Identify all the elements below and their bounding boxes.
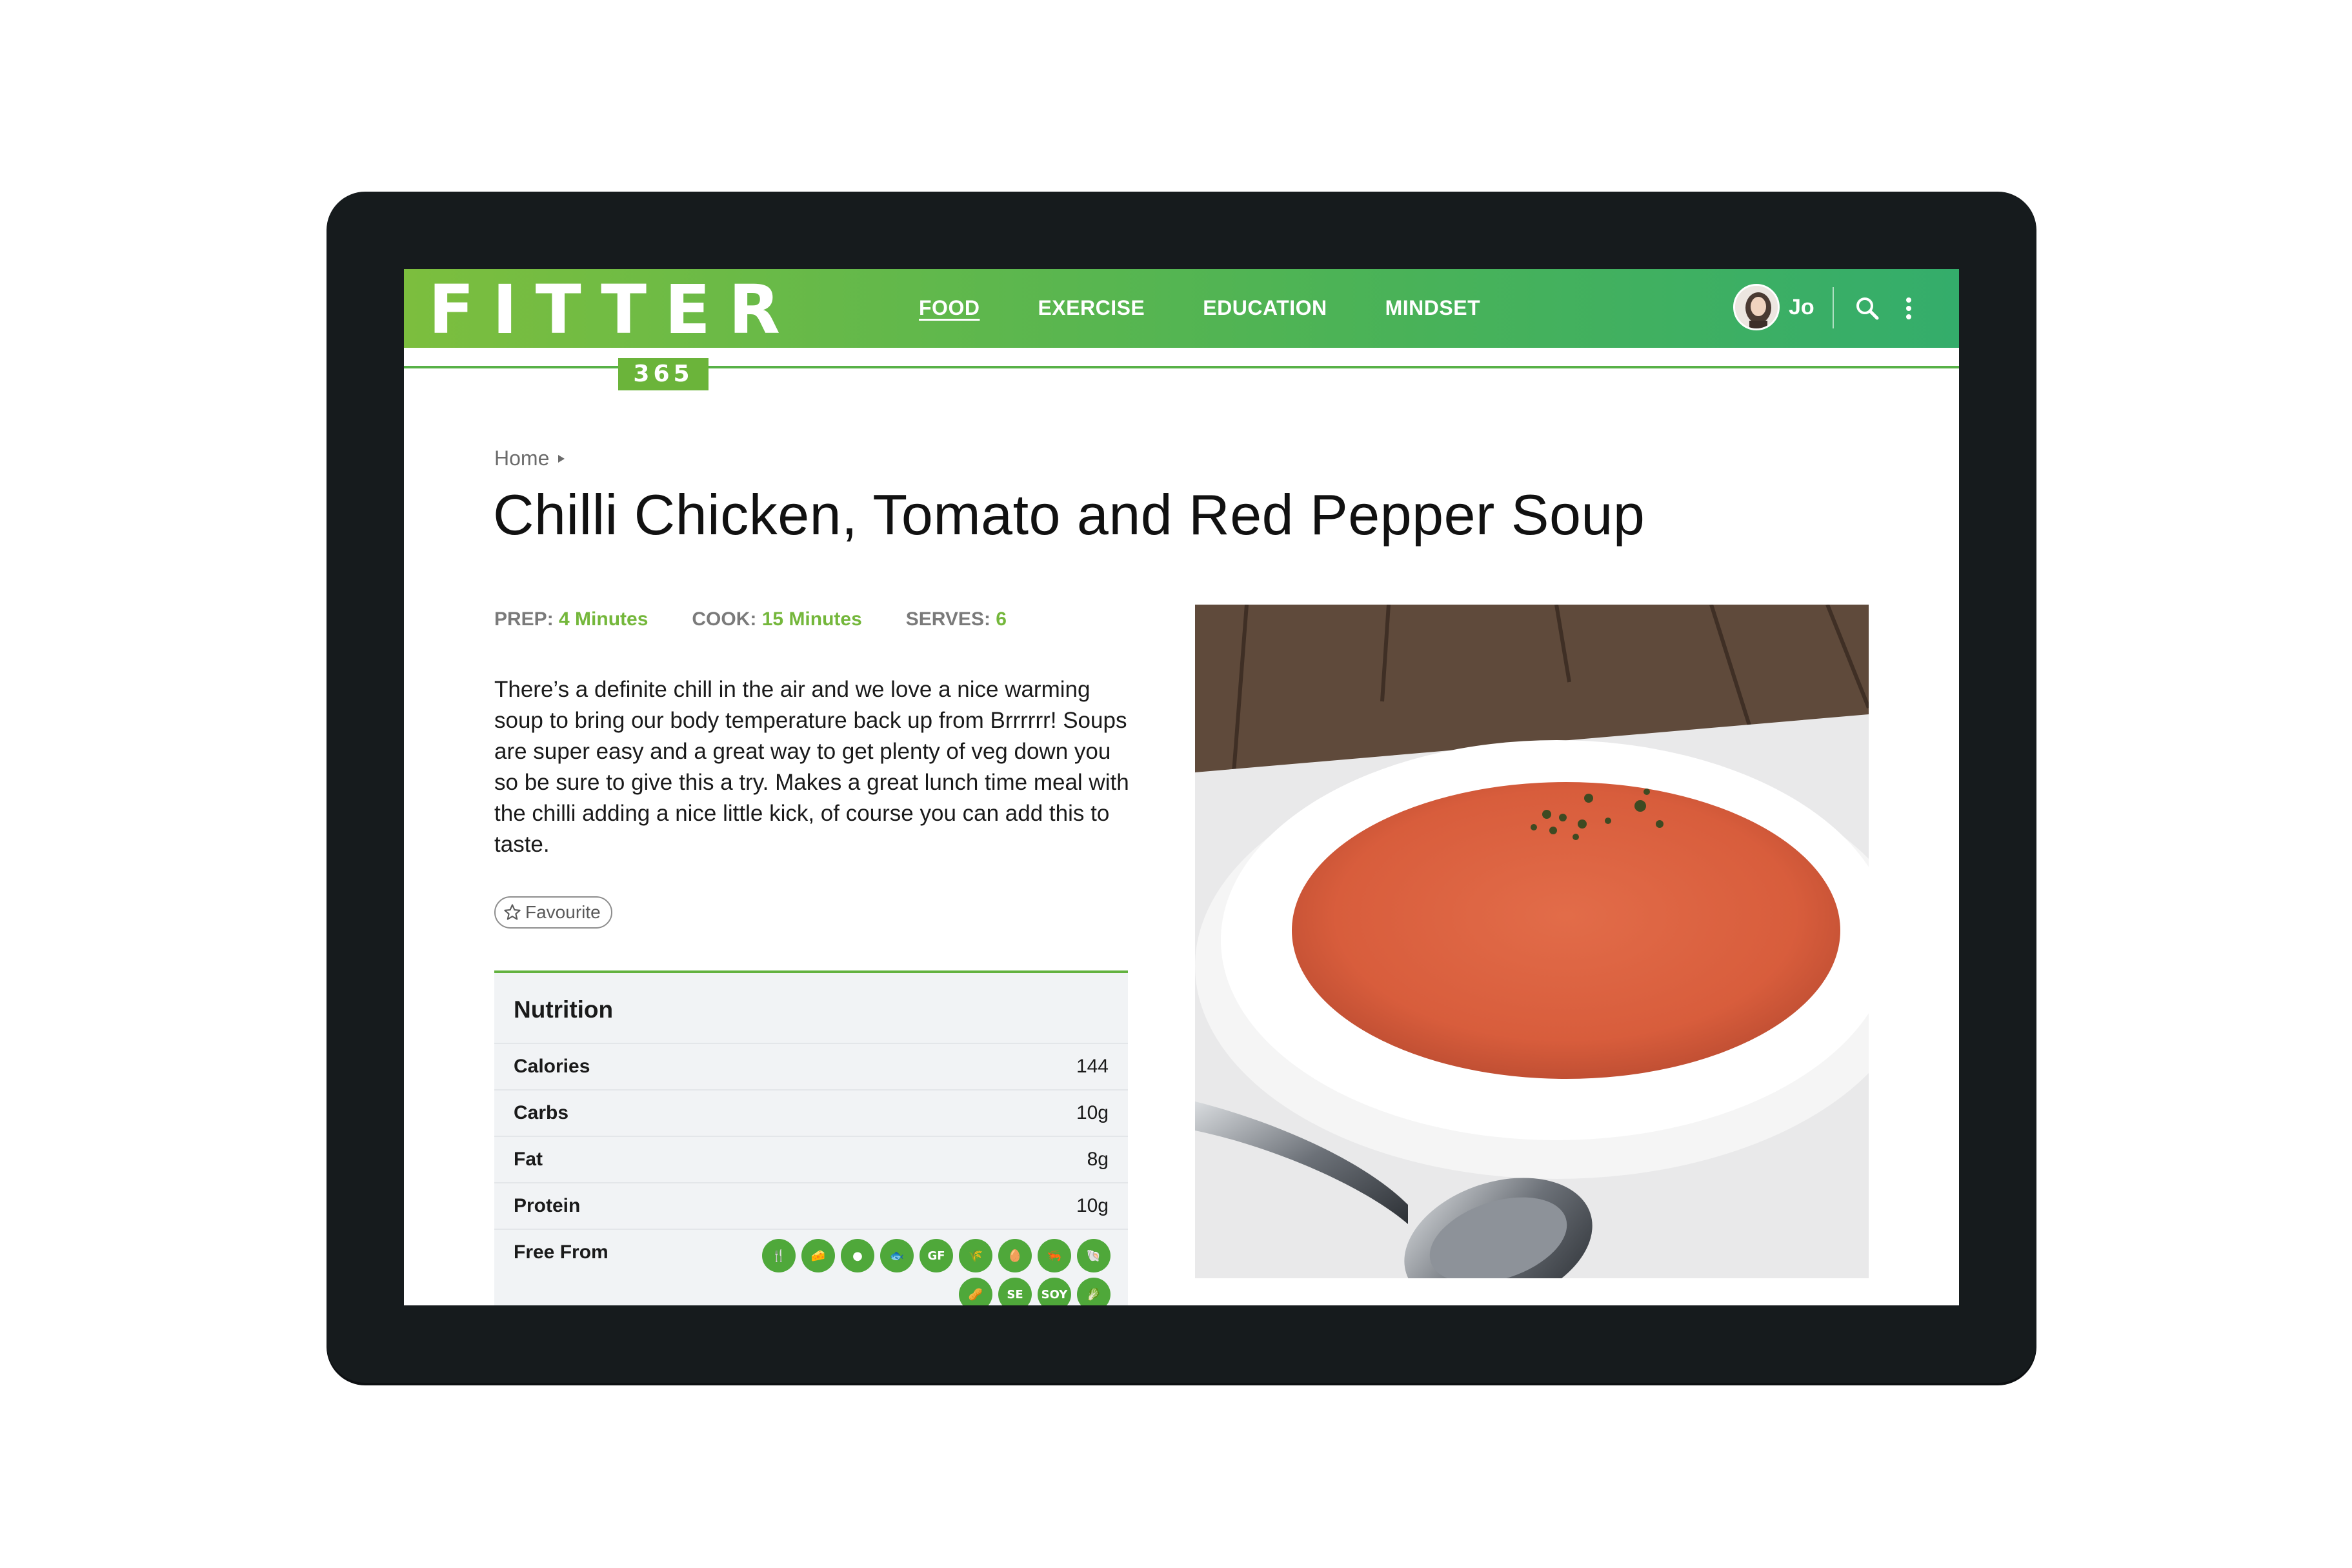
nutrition-row-calories: Calories 144 [494,1043,1128,1089]
favourite-label: Favourite [525,902,601,922]
nav-education[interactable]: EDUCATION [1203,296,1327,320]
nav-food[interactable]: FOOD [919,296,980,320]
cook-label: COOK: [692,608,757,630]
nav-mindset[interactable]: MINDSET [1385,296,1481,320]
nutrition-label: Carbs [514,1102,569,1123]
recipe-photo [1195,605,1869,1278]
fish-free-icon: 🐟 [880,1239,914,1272]
more-vertical-icon[interactable] [1902,294,1915,323]
sesame-free-icon: SE [998,1278,1032,1305]
breadcrumb: Home [494,447,566,470]
nutrition-row-carbs: Carbs 10g [494,1089,1128,1136]
nutrition-label: Calories [514,1056,590,1077]
main-nav: FOOD EXERCISE EDUCATION MINDSET [919,296,1480,320]
egg-free-icon: 🥚 [998,1239,1032,1272]
free-from-label: Free From [514,1241,608,1263]
dairy-free-icon: 🧀 [801,1239,835,1272]
celery-free-icon: 🥬 [1077,1278,1111,1305]
avatar-photo [1735,286,1778,328]
breadcrumb-home[interactable]: Home [494,447,549,470]
nutrition-value: 8g [1087,1149,1109,1170]
user-name[interactable]: Jo [1789,295,1814,320]
free-from-icons: 🍴 🧀 ● 🐟 GF 🌾 🥚 🦐 🐚 🥜 SE SOY 🥬 [723,1239,1111,1305]
recipe-meta: PREP: 4 Minutes COOK: 15 Minutes SERVES:… [494,608,1007,630]
user-avatar[interactable] [1733,284,1780,330]
search-icon[interactable] [1853,294,1882,323]
meat-free-icon: 🍴 [762,1239,796,1272]
cook-value: 15 Minutes [761,608,862,630]
mollusc-free-icon: 🐚 [1077,1239,1111,1272]
app-screen: FITTER FOOD EXERCISE EDUCATION MINDSET J… [404,269,1959,1305]
star-outline-icon [504,904,521,920]
logo-365-tab: 365 [618,358,709,390]
fitter-logo[interactable]: FITTER [428,274,798,345]
soup-image [1195,605,1869,1278]
nutrition-panel: Nutrition Calories 144 Carbs 10g Fat 8g … [494,970,1128,1305]
prep-label: PREP: [494,608,554,630]
recipe-description: There’s a definite chill in the air and … [494,677,1129,857]
soy-free-icon: SOY [1038,1278,1071,1305]
nutrition-title: Nutrition [514,996,614,1023]
nut-free-icon: ● [841,1239,874,1272]
header-divider [1833,287,1834,328]
recipe-title: Chilli Chicken, Tomato and Red Pepper So… [493,483,1645,547]
nutrition-value: 10g [1076,1195,1109,1216]
nutrition-row-protein: Protein 10g [494,1182,1128,1229]
gluten-free-icon: GF [920,1239,953,1272]
prep-value: 4 Minutes [559,608,648,630]
caret-right-icon [558,454,565,463]
nutrition-value: 10g [1076,1102,1109,1123]
cook-time: COOK: 15 Minutes [692,608,861,630]
peanut-free-icon: 🥜 [959,1278,992,1305]
nutrition-value: 144 [1076,1056,1109,1077]
wheat-free-icon: 🌾 [959,1239,992,1272]
nav-exercise[interactable]: EXERCISE [1038,296,1145,320]
serves-value: 6 [996,608,1007,630]
prep-time: PREP: 4 Minutes [494,608,648,630]
nutrition-label: Fat [514,1149,543,1170]
serves: SERVES: 6 [906,608,1007,630]
nutrition-row-free-from: Free From 🍴 🧀 ● 🐟 GF 🌾 🥚 🦐 🐚 🥜 SE SOY 🥬 [494,1229,1128,1305]
nutrition-label: Protein [514,1195,581,1216]
top-navbar: FITTER FOOD EXERCISE EDUCATION MINDSET J… [404,269,1959,348]
serves-label: SERVES: [905,608,990,630]
favourite-button[interactable]: Favourite [494,896,612,929]
crustacean-free-icon: 🦐 [1038,1239,1071,1272]
nutrition-row-fat: Fat 8g [494,1136,1128,1182]
